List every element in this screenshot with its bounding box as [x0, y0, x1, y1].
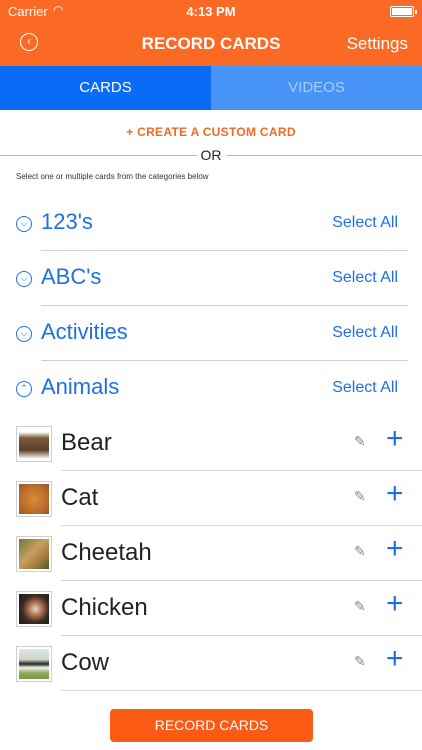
- list-item[interactable]: Bear ✎ +: [0, 416, 422, 471]
- category-activities[interactable]: ⌵ Activities Select All: [0, 306, 422, 361]
- chicken-thumbnail: [16, 591, 52, 627]
- category-name[interactable]: Animals: [41, 374, 119, 400]
- segmented-tabs: CARDS VIDEOS: [0, 66, 422, 110]
- create-custom-card-button[interactable]: + CREATE A CUSTOM CARD: [0, 125, 422, 139]
- list-item[interactable]: Chicken ✎ +: [0, 581, 422, 636]
- category-name[interactable]: ABC's: [41, 264, 101, 290]
- top-bar: Carrier ◠ 4:13 PM ‹ RECORD CARDS Setting…: [0, 0, 422, 66]
- add-plus-icon[interactable]: +: [386, 477, 404, 511]
- battery-icon: [390, 6, 417, 17]
- card-label: Cheetah: [61, 539, 152, 566]
- category-abcs[interactable]: ⌵ ABC's Select All: [0, 251, 422, 306]
- category-123s[interactable]: ⌵ 123's Select All: [0, 196, 422, 251]
- edit-pencil-icon[interactable]: ✎: [354, 543, 366, 560]
- settings-button[interactable]: Settings: [347, 34, 408, 54]
- category-name[interactable]: Activities: [41, 319, 128, 345]
- chevron-up-icon[interactable]: ⌃: [16, 381, 32, 397]
- status-bar: Carrier ◠ 4:13 PM: [0, 0, 422, 22]
- cheetah-thumbnail: [16, 536, 52, 572]
- tab-cards[interactable]: CARDS: [0, 66, 211, 110]
- select-all-button[interactable]: Select All: [332, 324, 398, 342]
- instructions-text: Select one or multiple cards from the ca…: [16, 172, 209, 181]
- card-label: Bear: [61, 429, 112, 456]
- edit-pencil-icon[interactable]: ✎: [354, 598, 366, 615]
- list-item[interactable]: Cat ✎ +: [0, 471, 422, 526]
- tab-videos[interactable]: VIDEOS: [211, 66, 422, 110]
- or-label: OR: [196, 147, 226, 163]
- edit-pencil-icon[interactable]: ✎: [354, 433, 366, 450]
- edit-pencil-icon[interactable]: ✎: [354, 488, 366, 505]
- card-label: Cow: [61, 649, 110, 676]
- add-plus-icon[interactable]: +: [386, 422, 404, 456]
- card-label: Chicken: [61, 594, 148, 621]
- cat-thumbnail: [16, 481, 52, 517]
- bear-thumbnail: [16, 426, 52, 462]
- clock-label: 4:13 PM: [186, 4, 236, 19]
- add-plus-icon[interactable]: +: [386, 587, 404, 621]
- select-all-button[interactable]: Select All: [332, 214, 398, 232]
- list-item[interactable]: Cheetah ✎ +: [0, 526, 422, 581]
- edit-pencil-icon[interactable]: ✎: [354, 653, 366, 670]
- select-all-button[interactable]: Select All: [332, 379, 398, 397]
- list-item[interactable]: Cow ✎ +: [0, 636, 422, 691]
- divider: [61, 690, 422, 691]
- chevron-down-icon[interactable]: ⌵: [16, 271, 32, 287]
- select-all-button[interactable]: Select All: [332, 269, 398, 287]
- card-label: Cat: [61, 484, 99, 511]
- chevron-down-icon[interactable]: ⌵: [16, 326, 32, 342]
- record-cards-button[interactable]: RECORD CARDS: [110, 709, 313, 742]
- or-separator: OR: [0, 147, 422, 163]
- chevron-down-icon[interactable]: ⌵: [16, 216, 32, 232]
- cow-thumbnail: [16, 646, 52, 682]
- add-plus-icon[interactable]: +: [386, 642, 404, 676]
- category-animals[interactable]: ⌃ Animals Select All: [0, 361, 422, 416]
- add-plus-icon[interactable]: +: [386, 532, 404, 566]
- category-name[interactable]: 123's: [41, 209, 93, 235]
